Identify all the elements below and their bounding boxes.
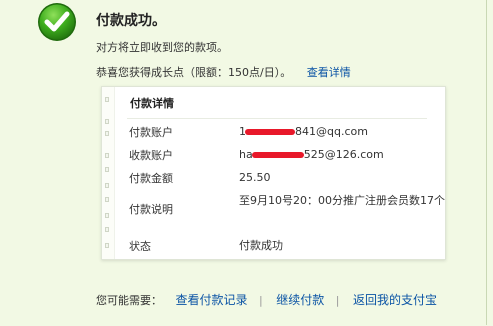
check-circle-icon	[38, 3, 76, 41]
status-value: 付款成功	[239, 239, 283, 252]
next-actions-prompt: 您可能需要：	[96, 294, 162, 307]
payee-account-suffix: 525@126.com	[303, 148, 384, 161]
payee-account-label: 收款账户	[129, 149, 173, 162]
rail-marker	[105, 119, 109, 124]
payer-account-label: 付款账户	[129, 126, 173, 139]
separator: |	[335, 294, 340, 307]
rail-marker	[105, 153, 109, 158]
rail-marker	[105, 131, 109, 136]
note-value: 至9月10号20：00分推广注册会员数17个	[239, 194, 445, 207]
rail-marker	[105, 167, 109, 172]
continue-payment-link[interactable]: 继续付款	[276, 293, 324, 307]
amount-value: 25.50	[239, 171, 271, 184]
next-actions: 您可能需要： 查看付款记录 | 继续付款 | 返回我的支付宝	[96, 291, 437, 308]
rail-marker	[105, 97, 109, 102]
return-to-alipay-link[interactable]: 返回我的支付宝	[353, 293, 437, 307]
card-left-rail	[102, 87, 115, 259]
rail-marker	[105, 183, 109, 188]
growth-points-notice: 恭喜您获得成长点（限额：150点/日）。 查看详情	[96, 64, 351, 80]
card-divider	[127, 118, 427, 119]
view-payment-records-link[interactable]: 查看付款记录	[176, 293, 248, 307]
amount-label: 付款金额	[129, 172, 173, 185]
payment-description: 对方将立即收到您的款项。	[96, 41, 228, 54]
payer-account-suffix: 841@qq.com	[295, 125, 368, 138]
payment-details-card: 付款详情 付款账户 1 841@qq.com 收款账户 ha 525@126.com…	[101, 86, 446, 260]
payee-account-value: ha 525@126.com	[239, 147, 449, 163]
payee-account-prefix: ha	[239, 148, 253, 161]
growth-points-text: 恭喜您获得成长点（限额：150点/日）。	[96, 66, 292, 79]
redaction-mark	[251, 152, 304, 158]
rail-marker	[105, 243, 109, 248]
payment-success-panel: 付款成功。 对方将立即收到您的款项。 恭喜您获得成长点（限额：150点/日）。 …	[0, 0, 487, 325]
note-label: 付款说明	[129, 203, 173, 216]
status-label: 状态	[129, 240, 151, 253]
view-details-link[interactable]: 查看详情	[307, 66, 351, 79]
rail-marker	[105, 227, 109, 232]
card-title: 付款详情	[130, 97, 174, 110]
redaction-mark	[245, 129, 295, 135]
rail-marker	[105, 213, 109, 218]
payer-account-value: 1 841@qq.com	[239, 124, 449, 140]
separator: |	[259, 294, 263, 307]
rail-marker	[105, 197, 109, 202]
page-title: 付款成功。	[96, 13, 166, 29]
